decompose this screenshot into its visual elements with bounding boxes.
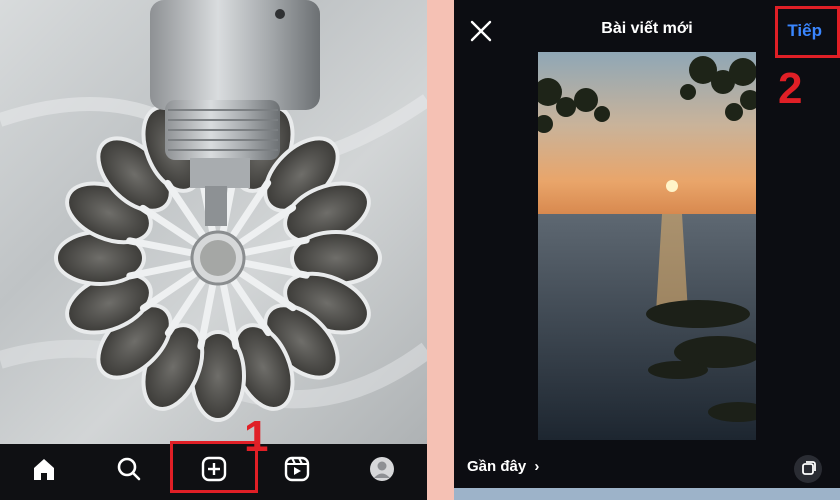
sunset-sea-image [538,52,756,440]
reels-icon[interactable] [279,454,315,484]
home-icon[interactable] [26,454,62,484]
feed-photo [0,0,427,444]
search-icon[interactable] [111,454,147,484]
step-marker-1: 1 [244,412,269,461]
select-multiple-button[interactable] [794,455,822,483]
selected-photo-preview[interactable] [538,52,756,440]
profile-icon[interactable] [364,454,400,484]
gallery-thumbnails-strip[interactable] [454,488,840,500]
recent-album-dropdown[interactable]: Gần đây › [467,458,539,475]
flower-machining-image [0,0,427,422]
highlight-next-button [775,6,840,58]
chevron-right-icon: › [534,458,540,475]
recent-label: Gần đây [467,458,527,475]
step-marker-2: 2 [778,64,803,113]
left-phone-screen [0,0,427,500]
multi-select-icon [802,461,816,475]
